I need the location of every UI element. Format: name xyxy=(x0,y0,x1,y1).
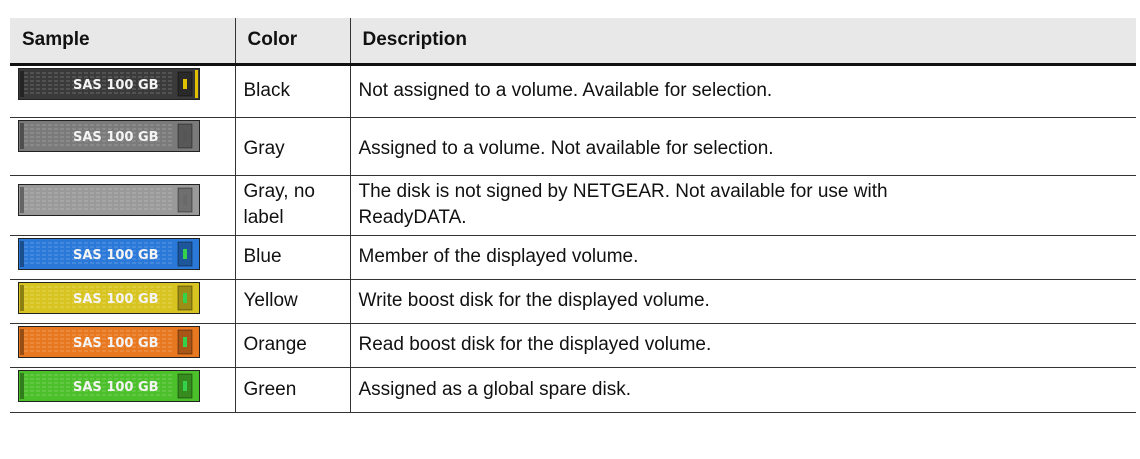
disk-left-bracket xyxy=(20,284,24,311)
description-line-2: ReadyDATA. xyxy=(358,207,467,228)
disk-sample-yellow: SAS 100 GB xyxy=(18,281,200,314)
disk-color-table: Sample Color Description SAS 100 GB Blac… xyxy=(10,18,1136,413)
description-cell: Not assigned to a volume. Available for … xyxy=(358,80,773,101)
disk-left-bracket xyxy=(20,122,24,149)
disk-sample-blue: SAS 100 GB xyxy=(18,237,200,270)
table-row: SAS 100 GB Yellow Write boost disk for t… xyxy=(10,279,1136,323)
disk-led-icon xyxy=(183,292,187,303)
disk-left-bracket xyxy=(20,372,24,399)
sample-cell: SAS 100 GB xyxy=(10,323,236,367)
sample-cell: SAS 100 GB xyxy=(10,117,236,175)
color-cell: Yellow xyxy=(235,279,351,323)
disk-label-text: SAS 100 GB xyxy=(73,380,159,395)
table-row: SAS 100 GB Orange Read boost disk for th… xyxy=(10,323,1136,367)
color-line-2: label xyxy=(243,207,284,228)
description-cell: Write boost disk for the displayed volum… xyxy=(358,290,710,311)
color-cell: Blue xyxy=(235,235,351,279)
disk-sample-green: SAS 100 GB xyxy=(18,369,200,402)
disk-label-text: SAS 100 GB xyxy=(73,130,159,145)
table-row: SAS 100 GB Gray Assigned to a volume. No… xyxy=(10,117,1136,175)
description-cell: Assigned to a volume. Not available for … xyxy=(358,138,774,159)
disk-left-bracket xyxy=(20,240,24,267)
disk-led-icon xyxy=(183,336,187,347)
sample-cell: SAS 100 GB xyxy=(10,279,236,323)
color-cell: Gray xyxy=(235,117,351,175)
disk-led-icon xyxy=(183,248,187,259)
sample-cell: SAS 100 GB xyxy=(10,367,236,412)
disk-led-icon xyxy=(183,194,187,205)
disk-led-icon xyxy=(183,130,187,141)
header-sample: Sample xyxy=(10,18,236,64)
disk-sample-gray: SAS 100 GB xyxy=(18,119,200,152)
disk-left-bracket xyxy=(20,70,24,97)
description-cell: The disk is not signed by NETGEAR. Not a… xyxy=(350,175,1136,235)
sample-cell xyxy=(10,175,236,235)
disk-left-bracket xyxy=(20,186,24,213)
disk-edge-strip xyxy=(195,69,198,98)
table-header-row: Sample Color Description xyxy=(10,18,1136,64)
table-row: Gray, no label The disk is not signed by… xyxy=(10,175,1136,235)
header-color: Color xyxy=(235,18,351,64)
disk-label-text: SAS 100 GB xyxy=(73,292,159,307)
color-cell: Orange xyxy=(235,323,351,367)
description-cell: Assigned as a global spare disk. xyxy=(358,378,632,400)
sample-cell: SAS 100 GB xyxy=(10,64,236,117)
disk-left-bracket xyxy=(20,328,24,355)
table-row: SAS 100 GB Black Not assigned to a volum… xyxy=(10,64,1136,117)
disk-label-text: SAS 100 GB xyxy=(73,248,159,263)
disk-label-text: SAS 100 GB xyxy=(73,78,159,93)
color-cell: Black xyxy=(235,64,351,117)
sample-cell: SAS 100 GB xyxy=(10,235,236,279)
color-cell: Gray, no label xyxy=(235,175,351,235)
color-cell: Green xyxy=(235,367,351,412)
disk-sample-orange: SAS 100 GB xyxy=(18,325,200,358)
disk-led-icon xyxy=(183,380,187,391)
color-line-1: Gray, no xyxy=(243,181,315,202)
description-line-1: The disk is not signed by NETGEAR. Not a… xyxy=(358,181,888,202)
header-description: Description xyxy=(362,29,468,51)
disk-led-icon xyxy=(183,78,187,89)
description-cell: Member of the displayed volume. xyxy=(358,246,639,267)
disk-sample-gray-no-label xyxy=(18,183,200,216)
description-cell: Read boost disk for the displayed volume… xyxy=(358,334,712,355)
table-row: SAS 100 GB Blue Member of the displayed … xyxy=(10,235,1136,279)
table-row: SAS 100 GB Green Assigned as a global sp… xyxy=(10,367,1136,412)
disk-sample-black: SAS 100 GB xyxy=(18,67,200,100)
disk-label-text: SAS 100 GB xyxy=(73,336,159,351)
